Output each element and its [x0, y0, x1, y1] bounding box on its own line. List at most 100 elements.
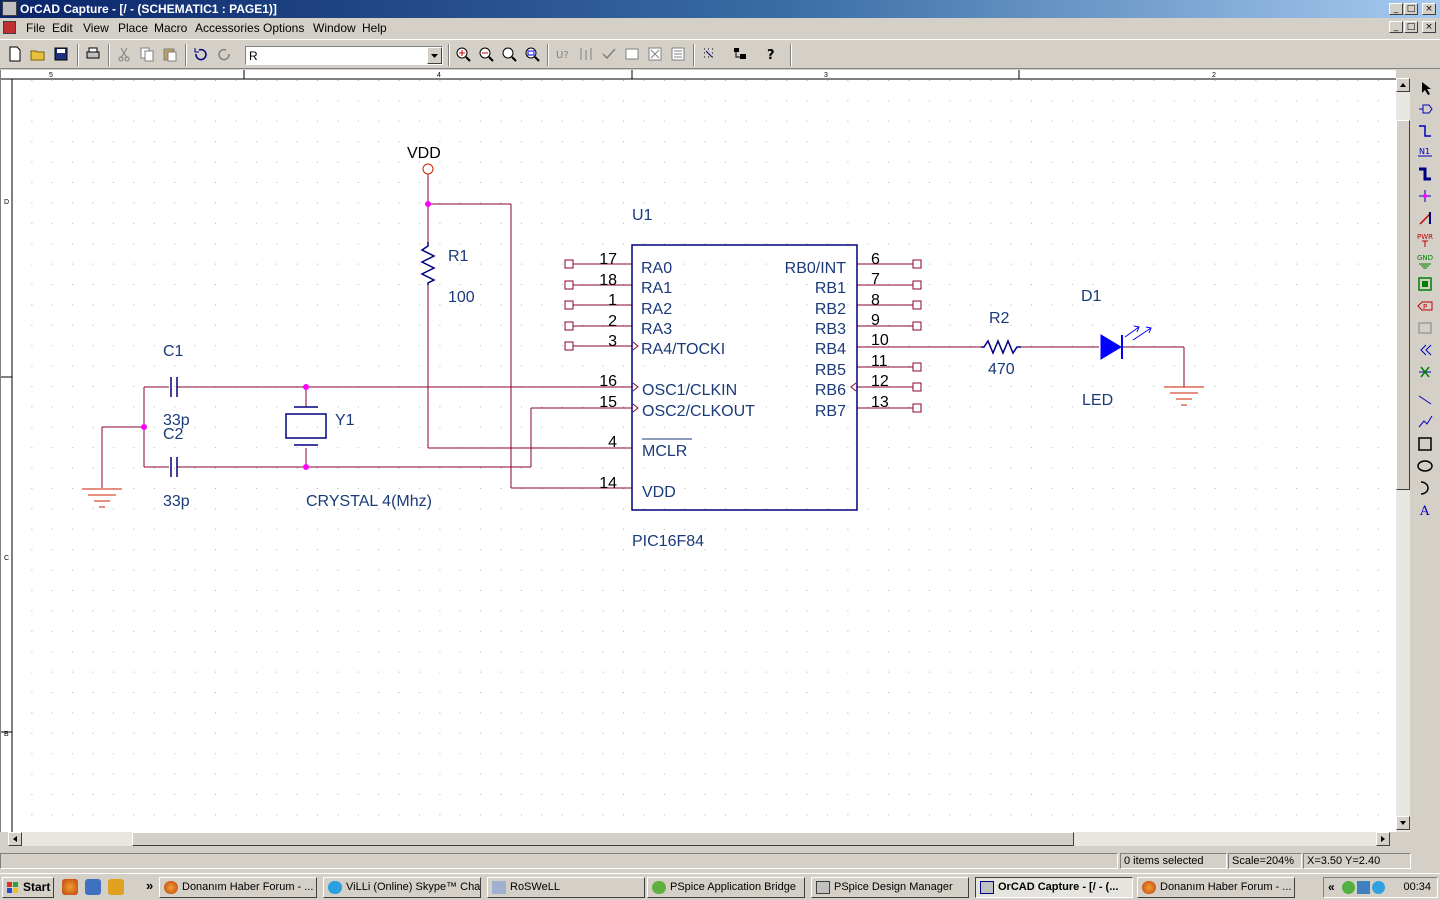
taskbar-item[interactable]: PSpice Design Manager — [811, 877, 969, 898]
taskbar-item-active[interactable]: OrCAD Capture - [/ - (... — [975, 877, 1133, 898]
menu-file[interactable]: File — [26, 21, 45, 35]
palette-place-bus-entry-button[interactable] — [1414, 208, 1436, 228]
copy-button[interactable] — [137, 44, 158, 65]
snap-to-grid-button[interactable] — [699, 44, 720, 65]
menu-accessories[interactable]: Accessories — [195, 21, 260, 35]
palette-place-rectangle-button[interactable] — [1414, 434, 1436, 454]
redo-button[interactable] — [214, 44, 235, 65]
quicklaunch-chevron[interactable]: » — [146, 878, 153, 893]
scroll-up-button[interactable] — [1396, 78, 1410, 92]
menu-view[interactable]: View — [83, 21, 109, 35]
palette-place-ellipse-button[interactable] — [1414, 456, 1436, 476]
zoom-area-button[interactable] — [499, 44, 520, 65]
menu-macro[interactable]: Macro — [154, 21, 187, 35]
open-button[interactable] — [28, 44, 49, 65]
annotate-button[interactable]: U? — [553, 44, 574, 65]
taskbar-item[interactable]: PSpice Application Bridge — [647, 877, 805, 898]
palette-place-wire-button[interactable] — [1414, 121, 1436, 141]
scroll-down-button[interactable] — [1396, 816, 1410, 830]
zoom-all-button[interactable] — [522, 44, 543, 65]
taskbar-item[interactable]: ViLLi (Online) Skype™ Chat — [323, 877, 481, 898]
menu-help[interactable]: Help — [362, 21, 387, 35]
arrow-right-icon — [1381, 836, 1385, 842]
scroll-left-button[interactable] — [8, 832, 22, 846]
palette-place-polyline-button[interactable] — [1414, 412, 1436, 432]
document-icon[interactable] — [3, 21, 16, 34]
start-button[interactable]: Start — [2, 877, 54, 898]
taskbar-item[interactable]: RoSWeLL — [487, 877, 645, 898]
network-icon[interactable] — [1342, 881, 1355, 894]
pin-name: RA0 — [641, 260, 672, 277]
horizontal-scrollbar[interactable] — [8, 832, 1390, 846]
project-manager-button[interactable] — [730, 44, 751, 65]
svg-text:PWR: PWR — [1417, 233, 1433, 241]
taskbar-item-label: PSpice Design Manager — [834, 881, 953, 893]
palette-place-hierarchical-block-button[interactable] — [1414, 274, 1436, 294]
zoom-out-button[interactable] — [476, 44, 497, 65]
horizontal-scroll-thumb[interactable] — [132, 832, 1074, 846]
menu-window[interactable]: Window — [313, 21, 356, 35]
palette-place-pin-button[interactable] — [1414, 318, 1436, 338]
cross-reference-button[interactable] — [645, 44, 666, 65]
zoom-in-button[interactable] — [453, 44, 474, 65]
vertical-scroll-thumb[interactable] — [1396, 120, 1410, 490]
palette-place-power-button[interactable]: PWR — [1414, 230, 1436, 250]
palette-place-line-button[interactable] — [1414, 390, 1436, 410]
pspice-manager-icon — [816, 881, 830, 894]
doc-minimize-button[interactable]: _ — [1389, 21, 1403, 33]
part-combo-value: R — [249, 49, 258, 63]
netlist-button[interactable] — [622, 44, 643, 65]
part-combo[interactable]: R — [245, 46, 443, 65]
skype-tray-icon[interactable] — [1372, 881, 1385, 894]
taskbar-item[interactable]: Donanım Haber Forum - ... — [159, 877, 317, 898]
print-button[interactable] — [83, 44, 104, 65]
drc-button[interactable] — [599, 44, 620, 65]
minimize-button[interactable]: _ — [1389, 3, 1403, 15]
pin-name: RB2 — [815, 301, 846, 318]
scroll-right-button[interactable] — [1376, 832, 1390, 846]
cut-button[interactable] — [114, 44, 135, 65]
palette-place-port-button[interactable]: P — [1414, 296, 1436, 316]
pin-name: OSC1/CLKIN — [642, 382, 737, 399]
palette-place-off-page-connector-button[interactable] — [1414, 340, 1436, 360]
taskbar-item[interactable]: Donanım Haber Forum - ... — [1137, 877, 1295, 898]
ruler-label: 5 — [49, 72, 53, 79]
undo-button[interactable] — [191, 44, 212, 65]
palette-place-junction-button[interactable] — [1414, 186, 1436, 206]
doc-restore-button[interactable]: □ — [1404, 21, 1418, 33]
firefox-quicklaunch-icon[interactable] — [62, 879, 78, 895]
combo-dropdown-button[interactable] — [427, 47, 442, 64]
palette-place-ground-button[interactable]: GND — [1414, 252, 1436, 272]
palette-select-button[interactable] — [1414, 78, 1436, 98]
orcad-icon — [980, 881, 994, 894]
palette-place-net-alias-button[interactable]: N1 — [1414, 142, 1436, 162]
help-button[interactable]: ? — [761, 44, 782, 65]
palette-place-no-connect-button[interactable] — [1414, 362, 1436, 382]
maximize-button[interactable]: □ — [1404, 3, 1418, 15]
bom-button[interactable] — [668, 44, 689, 65]
browser-quicklaunch-icon[interactable] — [85, 879, 101, 895]
app-quicklaunch-icon[interactable] — [108, 879, 124, 895]
vertical-scrollbar[interactable] — [1396, 78, 1410, 832]
doc-close-button[interactable]: × — [1422, 21, 1436, 33]
palette-place-arc-button[interactable] — [1414, 478, 1436, 498]
monitor-icon[interactable] — [1357, 881, 1370, 894]
new-button[interactable] — [5, 44, 26, 65]
status-selection: 0 items selected — [1120, 853, 1227, 869]
skype-icon — [328, 881, 342, 894]
back-annotate-button[interactable] — [576, 44, 597, 65]
paste-button[interactable] — [160, 44, 181, 65]
menu-place[interactable]: Place — [118, 21, 148, 35]
palette-place-text-button[interactable]: A — [1414, 500, 1436, 520]
pin-number: 17 — [599, 251, 617, 268]
schematic-canvas[interactable]: 5 4 3 2 D C B VDD R1 100 C1 33p C2 33p Y… — [0, 70, 1396, 832]
tray-expand-chevron[interactable]: « — [1328, 880, 1335, 894]
menu-edit[interactable]: Edit — [52, 21, 73, 35]
netlist-icon — [625, 48, 639, 60]
close-button[interactable]: × — [1422, 3, 1436, 15]
app-icon[interactable] — [2, 1, 17, 16]
menu-options[interactable]: Options — [263, 21, 304, 35]
palette-place-part-button[interactable] — [1414, 99, 1436, 119]
palette-place-bus-button[interactable] — [1414, 164, 1436, 184]
save-button[interactable] — [51, 44, 72, 65]
